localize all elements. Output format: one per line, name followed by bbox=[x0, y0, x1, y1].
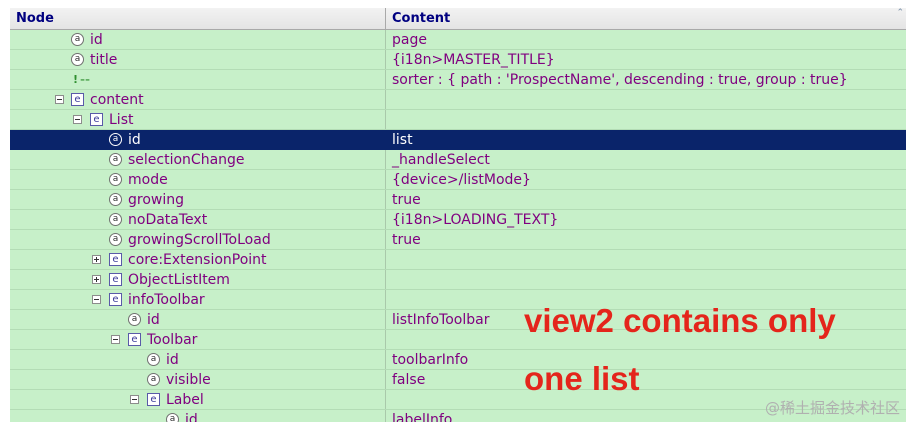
tree-header: Node Content bbox=[10, 8, 906, 30]
attribute-icon: a bbox=[147, 353, 160, 366]
node-content: false bbox=[392, 372, 426, 388]
node-label: id bbox=[147, 312, 160, 328]
node-label: content bbox=[90, 92, 144, 108]
collapse-icon[interactable] bbox=[130, 395, 139, 404]
collapse-icon[interactable] bbox=[55, 95, 64, 104]
tree-row[interactable]: e core:ExtensionPoint bbox=[10, 250, 906, 270]
element-icon: e bbox=[128, 333, 141, 346]
content-column-header[interactable]: Content bbox=[386, 8, 906, 29]
node-content: sorter : { path : 'ProspectName', descen… bbox=[392, 72, 848, 88]
attribute-icon: a bbox=[109, 193, 122, 206]
tree-row[interactable]: e ObjectListItem bbox=[10, 270, 906, 290]
element-icon: e bbox=[71, 93, 84, 106]
element-icon: e bbox=[109, 273, 122, 286]
attribute-icon: a bbox=[71, 33, 84, 46]
annotation-line-2: one list bbox=[524, 360, 640, 397]
node-label: title bbox=[90, 52, 118, 68]
tree-row[interactable]: a id page bbox=[10, 30, 906, 50]
tree-row[interactable]: e content bbox=[10, 90, 906, 110]
attribute-icon: a bbox=[147, 373, 160, 386]
watermark: @稀土掘金技术社区 bbox=[764, 399, 900, 417]
element-icon: e bbox=[109, 253, 122, 266]
element-icon: e bbox=[109, 293, 122, 306]
node-content: true bbox=[392, 192, 421, 208]
node-label: growingScrollToLoad bbox=[128, 232, 271, 248]
element-icon: e bbox=[147, 393, 160, 406]
tree-row[interactable]: ! -- sorter : { path : 'ProspectName', d… bbox=[10, 70, 906, 90]
expand-icon[interactable] bbox=[92, 255, 101, 264]
node-label: Label bbox=[166, 392, 204, 408]
node-content: toolbarInfo bbox=[392, 352, 469, 368]
node-content: page bbox=[392, 32, 427, 48]
tree-row-selected[interactable]: a id list bbox=[10, 130, 906, 150]
node-content: labelInfo bbox=[392, 412, 453, 422]
attribute-icon: a bbox=[166, 413, 179, 422]
node-content: {i18n>LOADING_TEXT} bbox=[392, 212, 559, 228]
attribute-icon: a bbox=[109, 153, 122, 166]
node-content: list bbox=[392, 132, 413, 148]
annotation-line-1: view2 contains only bbox=[524, 302, 836, 339]
attribute-icon: a bbox=[109, 213, 122, 226]
node-label: visible bbox=[166, 372, 211, 388]
attribute-icon: a bbox=[109, 233, 122, 246]
attribute-icon: a bbox=[109, 133, 122, 146]
node-label: growing bbox=[128, 192, 184, 208]
node-label: id bbox=[166, 352, 179, 368]
node-label: Toolbar bbox=[147, 332, 198, 348]
node-label: -- bbox=[80, 72, 91, 88]
node-label: id bbox=[185, 412, 198, 422]
tree-row[interactable]: a mode {device>/listMode} bbox=[10, 170, 906, 190]
collapse-icon[interactable] bbox=[111, 335, 120, 344]
tree-row[interactable]: e List bbox=[10, 110, 906, 130]
collapse-icon[interactable] bbox=[73, 115, 82, 124]
node-label: noDataText bbox=[128, 212, 208, 228]
node-label: core:ExtensionPoint bbox=[128, 252, 267, 268]
tree-row[interactable]: a growingScrollToLoad true bbox=[10, 230, 906, 250]
node-content: {device>/listMode} bbox=[392, 172, 531, 188]
node-column-header[interactable]: Node bbox=[10, 8, 386, 29]
node-label: selectionChange bbox=[128, 152, 245, 168]
attribute-icon: a bbox=[128, 313, 141, 326]
node-label: infoToolbar bbox=[128, 292, 205, 308]
tree-row[interactable]: a growing true bbox=[10, 190, 906, 210]
node-label: id bbox=[128, 132, 141, 148]
tree-row[interactable]: a title {i18n>MASTER_TITLE} bbox=[10, 50, 906, 70]
node-label: ObjectListItem bbox=[128, 272, 230, 288]
attribute-icon: a bbox=[71, 53, 84, 66]
tree-row[interactable]: a noDataText {i18n>LOADING_TEXT} bbox=[10, 210, 906, 230]
attribute-icon: a bbox=[109, 173, 122, 186]
node-content: {i18n>MASTER_TITLE} bbox=[392, 52, 555, 68]
expand-icon[interactable] bbox=[92, 275, 101, 284]
node-content: true bbox=[392, 232, 421, 248]
tree-row[interactable]: a selectionChange _handleSelect bbox=[10, 150, 906, 170]
collapse-icon[interactable] bbox=[92, 295, 101, 304]
node-label: id bbox=[90, 32, 103, 48]
element-icon: e bbox=[90, 113, 103, 126]
node-label: List bbox=[109, 112, 134, 128]
node-content: listInfoToolbar bbox=[392, 312, 490, 328]
scroll-up-icon[interactable]: ⌃ bbox=[896, 8, 904, 18]
node-label: mode bbox=[128, 172, 168, 188]
node-content: _handleSelect bbox=[392, 152, 490, 168]
